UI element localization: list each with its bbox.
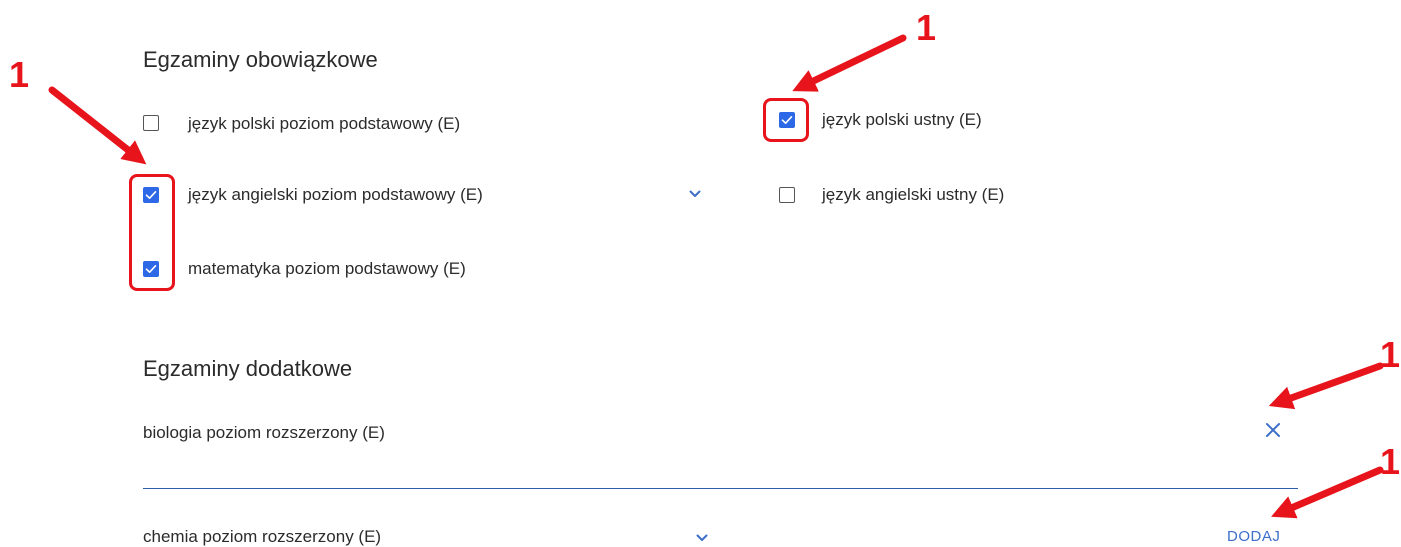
annotation-number-close: 1 (1380, 334, 1401, 375)
annotation-number-add: 1 (1380, 441, 1401, 482)
annotation-number-top: 1 (916, 7, 937, 48)
annotation-number-left: 1 (9, 54, 30, 95)
annotation-arrows (48, 34, 1384, 519)
